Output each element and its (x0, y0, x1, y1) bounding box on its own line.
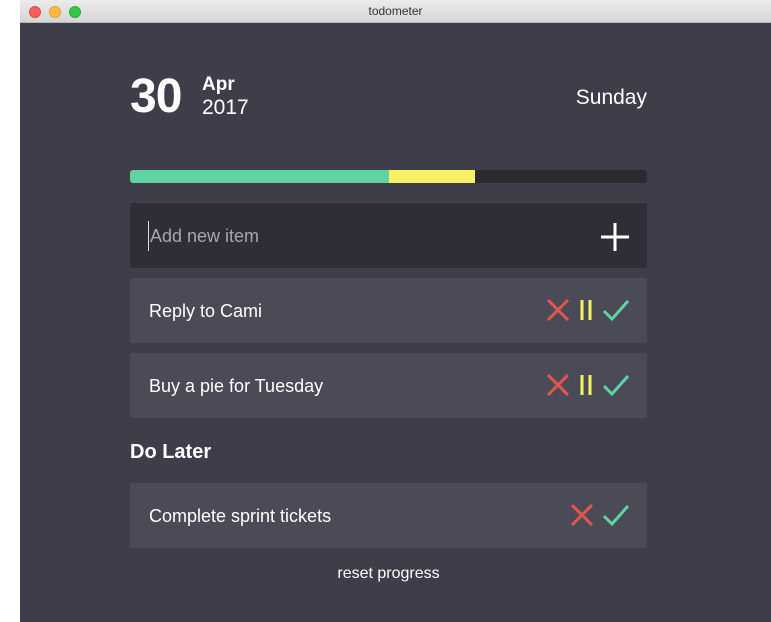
check-icon[interactable] (601, 296, 631, 324)
check-icon[interactable] (601, 501, 631, 529)
todo-item-text: Buy a pie for Tuesday (149, 376, 324, 396)
x-icon[interactable] (545, 371, 571, 399)
month-label: Apr (202, 74, 235, 95)
main-content: 30 Apr 2017 Sunday Reply to Cami (130, 23, 647, 582)
weekday-label: Sunday (575, 86, 647, 109)
reset-progress-link[interactable]: reset progress (130, 564, 647, 584)
add-item-row (130, 203, 647, 268)
check-icon[interactable] (601, 371, 631, 399)
pause-icon[interactable] (577, 371, 595, 399)
year-label: 2017 (202, 96, 249, 119)
pause-icon[interactable] (577, 296, 595, 324)
later-item: Complete sprint tickets (130, 483, 647, 548)
todo-item-actions (545, 296, 631, 324)
todo-item-actions (545, 371, 631, 399)
x-icon[interactable] (569, 501, 595, 529)
progress-later-segment (388, 170, 475, 183)
app-window: todometer 30 Apr 2017 Sunday Reply to Ca… (20, 0, 771, 622)
progress-done-segment (130, 170, 389, 183)
todo-item-text: Reply to Cami (149, 301, 263, 321)
add-item-input[interactable] (148, 221, 568, 251)
plus-icon[interactable] (599, 221, 631, 253)
later-item-actions (569, 501, 631, 529)
later-item-text: Complete sprint tickets (149, 506, 332, 526)
window-title: todometer (368, 4, 423, 18)
todo-item: Reply to Cami (130, 278, 647, 343)
title-bar: todometer (20, 0, 771, 23)
todo-item: Buy a pie for Tuesday (130, 353, 647, 418)
date-header: 30 Apr 2017 Sunday (130, 23, 647, 133)
progress-bar (130, 170, 647, 183)
day-number: 30 (130, 70, 182, 123)
do-later-heading: Do Later (130, 441, 212, 463)
x-icon[interactable] (545, 296, 571, 324)
